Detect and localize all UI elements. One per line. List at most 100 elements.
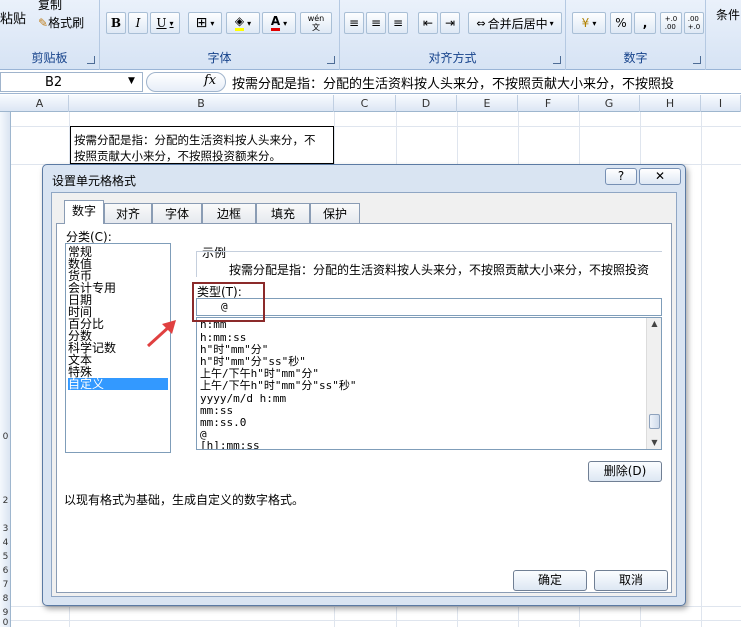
align-right-icon: ≡: [392, 16, 404, 30]
close-button[interactable]: ✕: [639, 168, 681, 185]
row-headers: 0 2 3 4 5 6 7 8 9 0: [0, 112, 11, 628]
decrease-indent-button[interactable]: ⇤: [418, 12, 438, 34]
format-code-item[interactable]: [h]:mm:ss: [200, 440, 260, 450]
gridline: [701, 112, 702, 627]
row-number[interactable]: 6: [0, 566, 11, 576]
decrease-decimal-button[interactable]: .00 +.0: [684, 12, 704, 34]
chevron-down-icon: ▾: [549, 18, 554, 28]
cell-text-line: 按照贡献大小来分，不按照投资额来分。: [74, 149, 281, 163]
font-launcher-icon[interactable]: [327, 56, 335, 64]
scroll-up-icon[interactable]: ▲: [647, 318, 662, 330]
tab-fill[interactable]: 填充: [256, 203, 310, 224]
close-icon: ✕: [654, 169, 666, 183]
format-code-list[interactable]: h:mm h:mm:ss h"时"mm"分" h"时"mm"分"ss"秒" 上午…: [196, 317, 662, 450]
scroll-down-icon[interactable]: ▼: [647, 437, 662, 449]
accounting-format-button[interactable]: ¥ ▾: [572, 12, 606, 34]
column-headers: A B C D E F G H I: [0, 95, 741, 112]
delete-button[interactable]: 删除(D): [588, 461, 662, 482]
italic-button[interactable]: I: [128, 12, 148, 34]
borders-button[interactable]: ⊞ ▾: [188, 12, 222, 34]
underline-button[interactable]: U ▾: [150, 12, 180, 34]
increase-indent-icon: ⇥: [444, 16, 456, 30]
row-number[interactable]: 0: [0, 432, 11, 442]
row-number[interactable]: 7: [0, 580, 11, 590]
scrollbar-thumb[interactable]: [649, 414, 660, 429]
number-group-label: 数字: [623, 51, 648, 65]
align-center-button[interactable]: ≡: [366, 12, 386, 34]
percent-button[interactable]: %: [610, 12, 632, 34]
column-header[interactable]: B: [69, 95, 334, 112]
column-header[interactable]: D: [396, 95, 457, 112]
tab-protection[interactable]: 保护: [310, 203, 360, 224]
comma-button[interactable]: ,: [634, 12, 656, 34]
font-color-button[interactable]: A ▾: [262, 12, 296, 34]
ok-button[interactable]: 确定: [513, 570, 587, 591]
tab-number[interactable]: 数字: [64, 200, 104, 224]
column-header[interactable]: G: [579, 95, 640, 112]
phonetic-icon: wén 文: [307, 14, 325, 32]
decrease-decimal-icon: .00 +.0: [687, 15, 701, 31]
merge-center-button[interactable]: ⇔ 合并后居中 ▾: [468, 12, 562, 34]
alignment-launcher-icon[interactable]: [553, 56, 561, 64]
cancel-button[interactable]: 取消: [594, 570, 668, 591]
fill-color-button[interactable]: ◈ ▾: [226, 12, 260, 34]
alignment-group: ≡ ≡ ≡ ⇤ ⇥ ⇔ 合并后居中 ▾ 对齐方式: [340, 0, 566, 70]
gridline: [11, 606, 741, 607]
ribbon: 粘贴 复制 ✎格式刷 剪贴板 B I U ▾ ⊞ ▾ ◈ ▾ A ▾ wén 文 字体 …: [0, 0, 741, 70]
help-icon: ?: [617, 169, 625, 183]
merge-cells-icon: ⇔: [476, 16, 486, 30]
number-group: ¥ ▾ % , +.0 .00 .00 +.0 数字: [566, 0, 706, 70]
tab-alignment[interactable]: 对齐: [104, 203, 152, 224]
description-text: 以现有格式为基础，生成自定义的数字格式。: [64, 493, 305, 507]
tab-border[interactable]: 边框: [202, 203, 256, 224]
chevron-down-icon: ▾: [210, 18, 215, 28]
clipboard-group: 粘贴 复制 ✎格式刷 剪贴板: [0, 0, 100, 70]
conditional-format-button[interactable]: 条件: [716, 6, 740, 23]
row-number[interactable]: 4: [0, 538, 11, 548]
format-code-item[interactable]: 上午/下午h"时"mm"分"ss"秒": [200, 380, 356, 392]
currency-icon: ¥: [581, 16, 590, 30]
chevron-down-icon: ▾: [283, 18, 288, 28]
chevron-down-icon: ▾: [169, 18, 174, 28]
column-header[interactable]: A: [11, 95, 69, 112]
increase-indent-button[interactable]: ⇥: [440, 12, 460, 34]
phonetic-button[interactable]: wén 文: [300, 12, 332, 34]
clipboard-group-label: 剪贴板: [31, 51, 68, 65]
row-number[interactable]: 5: [0, 552, 11, 562]
type-input[interactable]: @: [196, 298, 662, 316]
row-number[interactable]: 9: [0, 608, 11, 618]
formula-input[interactable]: 按需分配是指：分配的生活资料按人头来分，不按照贡献大小来分，不按照投: [232, 73, 674, 92]
tab-font[interactable]: 字体: [152, 203, 202, 224]
category-list[interactable]: 常规 数值 货币 会计专用 日期 时间 百分比 分数 科学记数 文本 特殊 自定…: [65, 243, 171, 453]
format-painter-button[interactable]: ✎格式刷: [38, 14, 84, 31]
align-right-button[interactable]: ≡: [388, 12, 408, 34]
font-group: B I U ▾ ⊞ ▾ ◈ ▾ A ▾ wén 文 字体: [100, 0, 340, 70]
column-header[interactable]: H: [640, 95, 701, 112]
name-box[interactable]: B2: [0, 72, 143, 92]
copy-button[interactable]: 复制: [38, 0, 62, 13]
insert-function-icon[interactable]: fx: [204, 73, 216, 88]
bold-button[interactable]: B: [106, 12, 126, 34]
row-number[interactable]: 8: [0, 594, 11, 604]
name-box-dropdown-icon[interactable]: ▼: [128, 76, 135, 86]
align-left-icon: ≡: [348, 16, 360, 30]
column-header[interactable]: C: [334, 95, 396, 112]
paint-bucket-icon: ◈: [234, 15, 245, 31]
chevron-down-icon: ▾: [247, 18, 252, 28]
column-header[interactable]: F: [518, 95, 579, 112]
underline-letter: U: [156, 16, 167, 30]
category-item-selected[interactable]: 自定义: [68, 378, 168, 390]
align-left-button[interactable]: ≡: [344, 12, 364, 34]
help-button[interactable]: ?: [605, 168, 637, 185]
row-number[interactable]: 3: [0, 524, 11, 534]
row-number[interactable]: 2: [0, 496, 11, 506]
column-header[interactable]: E: [457, 95, 518, 112]
clipboard-launcher-icon[interactable]: [87, 56, 95, 64]
paste-button[interactable]: 粘贴: [0, 8, 26, 27]
number-launcher-icon[interactable]: [693, 56, 701, 64]
brush-icon: ✎: [38, 16, 49, 30]
format-list-scrollbar[interactable]: ▲ ▼: [646, 318, 661, 449]
increase-decimal-button[interactable]: +.0 .00: [660, 12, 682, 34]
column-header[interactable]: I: [701, 95, 741, 112]
cell-b2[interactable]: 按需分配是指：分配的生活资料按人头来分，不 按照贡献大小来分，不按照投资额来分。: [70, 126, 334, 164]
